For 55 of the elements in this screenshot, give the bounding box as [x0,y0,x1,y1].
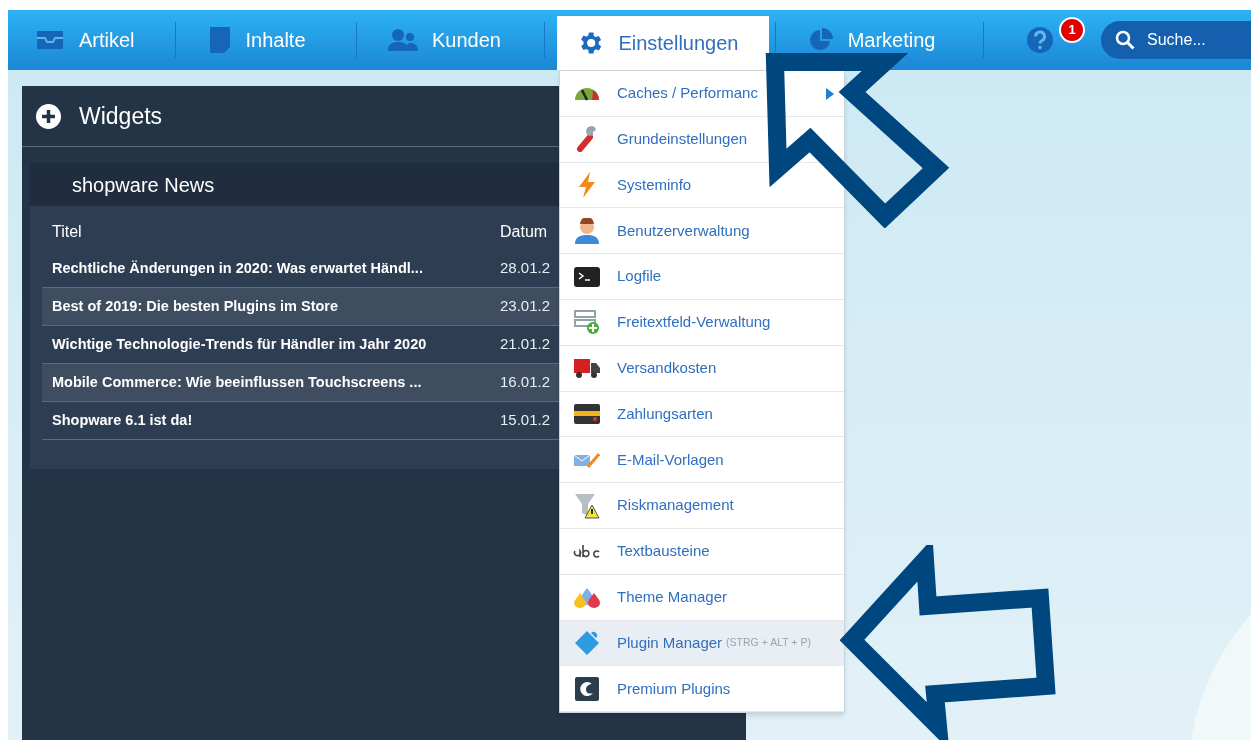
menu-item[interactable]: Textbausteine [560,528,844,575]
help-icon[interactable] [1026,26,1055,54]
add-icon[interactable] [36,103,61,129]
nav-tab[interactable]: Einstellungen [557,16,769,70]
form-add-icon [574,309,600,336]
lightning-icon [577,172,597,198]
menu-item[interactable]: Caches / Performanc [560,71,844,117]
news-date: 16.01.2 [500,372,551,393]
shortcut-hint: (STRG + ALT + P) [726,635,811,651]
nav-tab[interactable]: Inhalte [176,10,356,70]
truck-icon [574,358,600,379]
abc-text-icon [573,543,601,560]
news-date: 21.01.2 [500,334,551,355]
menu-item[interactable]: Logfile [560,254,844,300]
news-title: Rechtliche Änderungen in 2020: Was erwartet Händl... [51,258,424,278]
news-title: Wichtige Technologie-Trends für Händler im Jahr 2020 [51,334,428,354]
menu-item[interactable]: Plugin Manager (STRG + ALT + P) [560,620,844,667]
panel-title: Widgets [79,101,163,131]
search-field[interactable]: Suche... [1101,21,1251,59]
caret-icon [826,88,834,100]
inbox-icon [35,29,65,51]
news-date: 23.01.2 [500,296,551,317]
notification-badge: 1 [1059,17,1086,43]
nav-tab[interactable]: Kunden [356,10,545,70]
user-icon [574,217,600,244]
column-header[interactable]: Datum [500,220,548,244]
menu-item[interactable]: Zahlungsarten [560,391,844,438]
users-icon [387,28,418,52]
credit-card-icon [574,403,600,424]
menu-item[interactable]: Theme Manager [560,574,844,621]
news-title: Shopware 6.1 ist da! [51,410,194,430]
filter-warning-icon [574,492,600,519]
news-title: Mobile Commerce: Wie beeinflussen Touchscreens ... [51,372,423,392]
menu-item[interactable]: Premium Plugins [560,666,844,713]
nav-tab[interactable]: Artikel [8,10,176,70]
menu-item[interactable]: E-Mail-Vorlagen [560,437,844,484]
pie-chart-icon [807,27,834,53]
color-drops-icon [573,586,601,609]
menu-item[interactable]: Versandkosten [560,345,844,392]
wrench-icon [575,126,599,153]
puzzle-piece-icon [574,629,600,656]
search-icon [1115,30,1136,50]
news-title: Best of 2019: Die besten Plugins im Store [51,296,340,316]
envelope-pencil-icon [574,450,600,469]
news-date: 15.01.2 [500,410,551,431]
menu-item[interactable]: Freitextfeld-Verwaltung [560,300,844,346]
menu-item[interactable]: Benutzerverwaltung [560,208,844,255]
document-icon [209,26,232,54]
nav-tab[interactable]: Marketing [775,10,984,70]
news-date: 28.01.2 [500,258,551,279]
logo-icon [575,676,599,701]
widget-title: shopware News [72,172,215,198]
terminal-icon [574,266,600,287]
menu-item[interactable]: Riskmanagement [560,483,844,529]
column-header[interactable]: Titel [42,220,500,244]
